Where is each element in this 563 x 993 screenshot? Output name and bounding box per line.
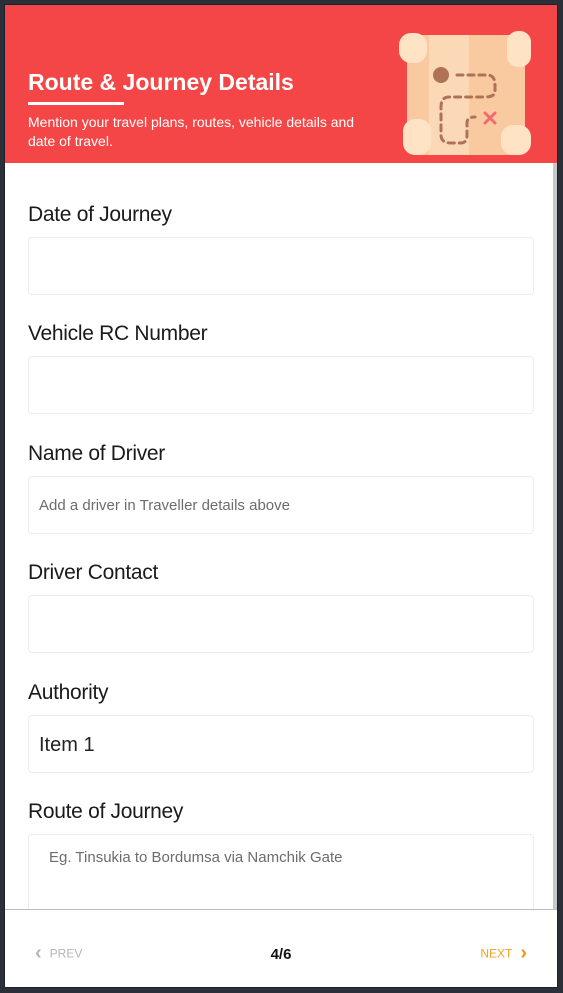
date-of-journey-label: Date of Journey: [28, 203, 172, 226]
driver-contact-input[interactable]: [28, 595, 534, 653]
name-of-driver-input[interactable]: Add a driver in Traveller details above: [28, 476, 534, 534]
page-title: Route & Journey Details: [28, 69, 294, 95]
app-screen: Route & Journey Details Mention your tra…: [4, 4, 558, 988]
route-of-journey-textarea[interactable]: Eg. Tinsukia to Bordumsa via Namchik Gat…: [28, 834, 534, 909]
driver-contact-label: Driver Contact: [28, 561, 159, 584]
authority-selected-value: Item 1: [39, 734, 95, 756]
page-indicator: 4/6: [270, 946, 292, 963]
route-of-journey-placeholder: Eg. Tinsukia to Bordumsa via Namchik Gat…: [49, 849, 343, 866]
section-header: Route & Journey Details Mention your tra…: [5, 5, 557, 163]
page-subtitle: Mention your travel plans, routes, vehic…: [28, 114, 355, 149]
name-of-driver-label: Name of Driver: [28, 442, 165, 465]
authority-label: Authority: [28, 681, 109, 704]
title-underline: [28, 102, 124, 105]
name-of-driver-placeholder: Add a driver in Traveller details above: [39, 497, 290, 514]
next-label: NEXT: [480, 946, 513, 961]
vehicle-rc-number-label: Vehicle RC Number: [28, 322, 208, 345]
authority-select[interactable]: Item 1: [28, 715, 534, 773]
chevron-right-icon: ›: [520, 942, 527, 964]
date-of-journey-input[interactable]: [28, 237, 534, 295]
treasure-map-icon: [399, 31, 531, 155]
wizard-footer: ‹ PREV 4/6 NEXT ›: [5, 909, 557, 987]
form-scrollbar[interactable]: [553, 163, 557, 909]
vehicle-rc-number-input[interactable]: [28, 356, 534, 414]
route-of-journey-label: Route of Journey: [28, 800, 184, 823]
journey-form: Date of Journey Vehicle RC Number Name o…: [5, 163, 554, 909]
next-button[interactable]: NEXT ›: [480, 942, 527, 965]
